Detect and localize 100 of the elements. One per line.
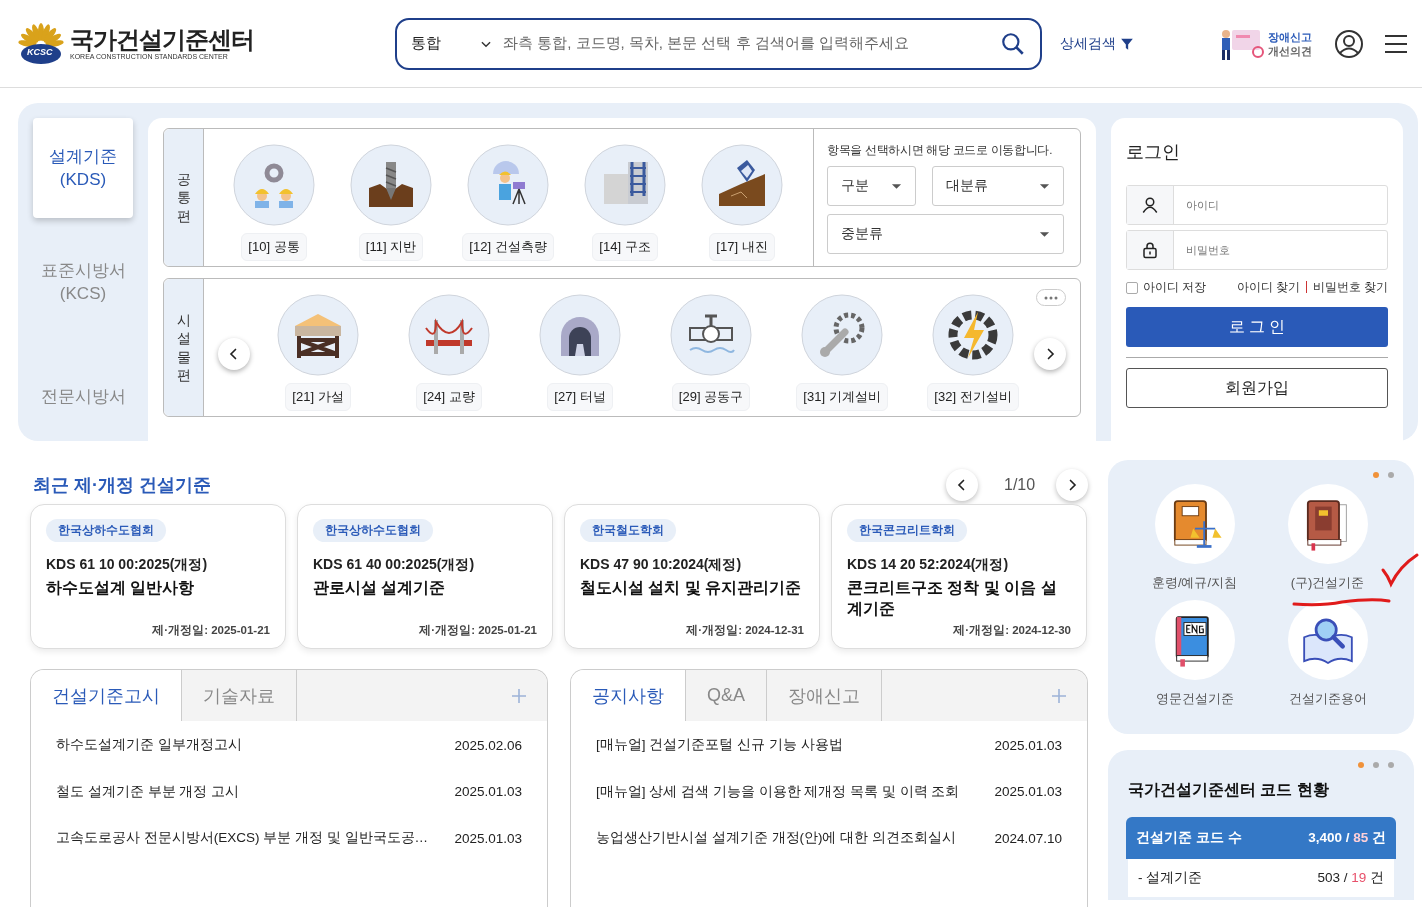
post-date: 2025.02.06 xyxy=(454,737,522,753)
code-number: KDS 47 90 10:2024(제정) xyxy=(580,556,743,574)
page-dot[interactable] xyxy=(1373,762,1379,768)
bridge-icon xyxy=(408,294,490,376)
standard-card[interactable]: 한국철도학회 KDS 47 90 10:2024(제정) 철도시설 설치 및 유지관리기준 제·개정일: 2024-12-31 xyxy=(564,504,820,649)
category-link[interactable]: [29] 공동구 xyxy=(671,383,751,411)
post-title-link[interactable]: 고속도로공사 전문시방서(EXCS) 부분 개정 및 일반국도공… xyxy=(56,829,455,848)
post-title-link[interactable]: [매뉴얼] 상세 검색 기능을 이용한 제개정 목록 및 이력 조회 xyxy=(596,782,995,801)
organization-tag: 한국콘크리트학회 xyxy=(847,519,967,542)
count-label: - 설계기준 xyxy=(1138,869,1203,887)
more-button[interactable] xyxy=(1036,289,1066,306)
category-link[interactable]: [17] 내진 xyxy=(709,233,775,261)
revision-date: 제·개정일: 2025-01-21 xyxy=(152,623,270,638)
divider-icon xyxy=(1305,280,1307,293)
post-title-link[interactable]: 하수도설계기준 일부개정고시 xyxy=(56,736,455,755)
checkbox-label: 아이디 저장 xyxy=(1143,280,1207,295)
group-label: 시설물편 xyxy=(176,311,191,384)
organization-tag: 한국철도학회 xyxy=(580,519,676,542)
quick-link[interactable]: (구)건설기준 xyxy=(1290,574,1365,592)
user-icon xyxy=(1141,196,1159,214)
login-button[interactable]: 로 그 인 xyxy=(1126,307,1388,347)
caret-down-icon xyxy=(1039,230,1050,238)
dropdown[interactable]: 대분류 xyxy=(932,166,1064,206)
category-link[interactable]: [31] 기계설비 xyxy=(796,383,888,411)
standard-card[interactable]: 한국콘크리트학회 KDS 14 20 52:2024(개정) 콘크리트구조 정착 및 이음 설계기준 제·개정일: 2024-12-30 xyxy=(831,504,1087,649)
category-link[interactable]: [21] 가설 xyxy=(285,383,351,411)
category-link[interactable]: [14] 구조 xyxy=(592,233,658,261)
selector-hint: 항목을 선택하시면 해당 코드로 이동합니다. xyxy=(827,143,1054,158)
find-password-link[interactable]: 비밀번호 찾기 xyxy=(1312,280,1388,295)
caret-down-icon xyxy=(891,182,902,190)
ellipsis-icon xyxy=(1044,295,1058,300)
code-count: 503 / 19 건 xyxy=(1317,869,1384,887)
user-icon[interactable] xyxy=(1334,28,1364,59)
pipe-valve-icon xyxy=(670,294,752,376)
organization-tag: 한국상하수도협회 xyxy=(46,519,166,542)
search-icon[interactable] xyxy=(1000,30,1026,57)
board-tab[interactable]: 건설기준고시 xyxy=(31,670,182,721)
page-dot[interactable] xyxy=(1358,762,1364,768)
category-link[interactable]: [24] 교량 xyxy=(416,383,482,411)
next-button[interactable] xyxy=(1034,338,1066,370)
lightning-gear-icon xyxy=(932,294,1014,376)
panel-title: 국가건설기준센터 코드 현황 xyxy=(1128,780,1330,800)
group-label: 공통편 xyxy=(176,170,191,225)
revision-date: 제·개정일: 2024-12-30 xyxy=(953,623,1071,638)
standard-card[interactable]: 한국상하수도협회 KDS 61 10 00:2025(개정) 하수도설계 일반사항 제·개정일: 2025-01-21 xyxy=(30,504,286,649)
post-date: 2024.07.10 xyxy=(994,830,1062,846)
scaffold-icon xyxy=(277,294,359,376)
checkbox[interactable] xyxy=(1126,281,1138,294)
organization-tag: 한국상하수도협회 xyxy=(313,519,433,542)
report-link[interactable]: 장애신고 개선의견 xyxy=(1218,25,1312,62)
page-dot[interactable] xyxy=(1373,472,1379,478)
detail-search-button[interactable]: 상세검색 xyxy=(1060,34,1134,53)
find-id-link[interactable]: 아이디 찾기 xyxy=(1236,280,1300,295)
code-number: KDS 14 20 52:2024(개정) xyxy=(847,556,1010,574)
standard-card[interactable]: 한국상하수도협회 KDS 61 40 00:2025(개정) 관로시설 설계기준 제·개정일: 2025-01-21 xyxy=(297,504,553,649)
surveyor-icon xyxy=(467,144,549,226)
post-title-link[interactable]: 농업생산기반시설 설계기준 개정(안)에 대한 의견조회실시 xyxy=(596,829,995,848)
card-title: 철도시설 설치 및 유지관리기준 xyxy=(580,578,803,598)
post-title-link[interactable]: 철도 설계기준 부분 개정 고시 xyxy=(56,782,455,801)
count-label: 건설기준 코드 수 xyxy=(1136,829,1242,847)
wrench-gear-icon xyxy=(801,294,883,376)
category-link[interactable]: [10] 공통 xyxy=(241,233,307,261)
code-count: 3,400 / 85 건 xyxy=(1308,829,1386,847)
rail-wall-icon xyxy=(584,144,666,226)
dropdown[interactable]: 구분 xyxy=(827,166,916,206)
caret-down-icon xyxy=(1039,182,1050,190)
tunnel-icon xyxy=(539,294,621,376)
previous-button[interactable] xyxy=(218,338,250,370)
category-link[interactable]: [11] 지반 xyxy=(358,233,424,261)
drill-ground-icon xyxy=(350,144,432,226)
page-dot[interactable] xyxy=(1388,472,1394,478)
revision-date: 제·개정일: 2025-01-21 xyxy=(419,623,537,638)
password-field[interactable]: 비밀번호 xyxy=(1126,230,1388,270)
quick-link[interactable]: 영문건설기준 xyxy=(1155,690,1234,708)
post-date: 2025.01.03 xyxy=(994,737,1062,753)
category-tab[interactable]: 설계기준 (KDS) xyxy=(33,118,133,218)
category-link[interactable]: [32] 전기설비 xyxy=(927,383,1019,411)
post-title-link[interactable]: [매뉴얼] 건설기준포털 신규 기능 사용법 xyxy=(596,736,995,755)
lock-icon xyxy=(1141,241,1159,259)
card-title: 하수도설계 일반사항 xyxy=(46,578,196,598)
category-link[interactable]: [12] 건설측량 xyxy=(462,233,554,261)
section-title: 최근 제·개정 건설기준 xyxy=(33,474,211,497)
quick-link[interactable]: 훈령/예규/지침 xyxy=(1151,574,1238,592)
previous-button[interactable] xyxy=(946,469,978,501)
filter-icon xyxy=(1120,36,1134,51)
page-dot[interactable] xyxy=(1388,762,1394,768)
card-title: 콘크리트구조 정착 및 이음 설계기준 xyxy=(847,578,1058,619)
next-button[interactable] xyxy=(1056,469,1088,501)
id-field[interactable]: 아이디 xyxy=(1126,185,1388,225)
house-slope-icon xyxy=(701,144,783,226)
code-number: KDS 61 10 00:2025(개정) xyxy=(46,556,209,574)
hand-drawn-checkmark xyxy=(1380,552,1420,588)
logo-mark[interactable]: KCSC xyxy=(18,21,64,66)
category-link[interactable]: [27] 터널 xyxy=(547,383,613,411)
join-button[interactable]: 회원가입 xyxy=(1126,368,1388,408)
quick-link[interactable]: 건설기준용어 xyxy=(1288,690,1367,708)
search-field[interactable]: 통합 좌측 통합, 코드명, 목차, 본문 선택 후 검색어를 입력해주세요 xyxy=(395,17,1042,70)
dropdown[interactable]: 중분류 xyxy=(827,214,1064,254)
board-tab[interactable]: 공지사항 xyxy=(571,670,686,721)
menu-icon[interactable] xyxy=(1384,33,1408,54)
